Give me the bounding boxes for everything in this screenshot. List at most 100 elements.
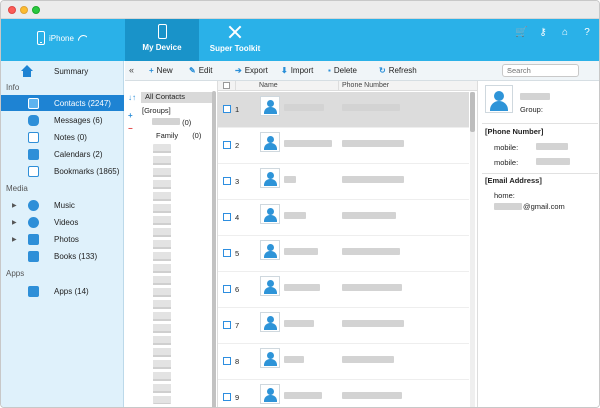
group-item[interactable]: (0) bbox=[142, 118, 212, 129]
blurred-name bbox=[284, 212, 306, 219]
zoom-window-button[interactable] bbox=[32, 6, 40, 14]
list-scrollbar[interactable] bbox=[470, 92, 475, 408]
sidebar-item-photos[interactable]: ▶ Photos bbox=[1, 231, 124, 247]
pencil-icon: ✎ bbox=[189, 66, 196, 75]
row-checkbox[interactable] bbox=[223, 321, 231, 329]
table-row[interactable]: 2 bbox=[218, 128, 469, 164]
group-item-family[interactable]: Family (0) bbox=[142, 131, 212, 142]
table-row[interactable]: 3 bbox=[218, 164, 469, 200]
row-number: 7 bbox=[235, 321, 239, 330]
table-row[interactable]: 5 bbox=[218, 236, 469, 272]
help-icon[interactable]: ? bbox=[581, 27, 593, 38]
row-checkbox[interactable] bbox=[223, 393, 231, 401]
home-icon[interactable]: ⌂ bbox=[559, 27, 571, 38]
select-all-checkbox[interactable] bbox=[223, 82, 230, 89]
sort-icon[interactable]: ↓↑ bbox=[128, 93, 136, 102]
remove-group-icon[interactable]: − bbox=[128, 124, 133, 133]
iphone-icon bbox=[37, 31, 45, 45]
new-button[interactable]: +New bbox=[149, 66, 173, 75]
avatar bbox=[260, 276, 280, 296]
contact-detail-panel: Group: [Phone Number] mobile: mobile: [E… bbox=[477, 81, 600, 408]
edit-button[interactable]: ✎Edit bbox=[189, 66, 213, 75]
blurred-text bbox=[152, 118, 180, 125]
sidebar-item-music[interactable]: ▶ Music bbox=[1, 197, 124, 213]
home-label: home: bbox=[494, 191, 515, 200]
collapse-sidebar-icon[interactable]: « bbox=[129, 65, 134, 75]
sidebar-item-label: Photos bbox=[54, 235, 79, 244]
row-number: 2 bbox=[235, 141, 239, 150]
row-checkbox[interactable] bbox=[223, 357, 231, 365]
row-checkbox[interactable] bbox=[223, 285, 231, 293]
row-number: 4 bbox=[235, 213, 239, 222]
group-label: Group: bbox=[520, 105, 543, 114]
apps-icon bbox=[28, 286, 39, 297]
row-checkbox[interactable] bbox=[223, 177, 231, 185]
row-checkbox[interactable] bbox=[223, 213, 231, 221]
table-row[interactable]: 8 bbox=[218, 344, 469, 380]
sidebar-item-books[interactable]: Books (133) bbox=[1, 248, 124, 264]
avatar bbox=[260, 204, 280, 224]
search-icon: ⌕ bbox=[507, 67, 511, 75]
minimize-window-button[interactable] bbox=[20, 6, 28, 14]
sidebar-item-count: (133) bbox=[78, 252, 97, 261]
mobile-label: mobile: bbox=[494, 158, 518, 167]
sidebar-item-apps[interactable]: Apps (14) bbox=[1, 283, 124, 299]
music-icon bbox=[28, 200, 39, 211]
export-button[interactable]: ➔Export bbox=[235, 66, 268, 75]
scrollbar-thumb[interactable] bbox=[470, 92, 475, 132]
device-selector[interactable]: iPhone bbox=[37, 31, 87, 45]
row-number: 1 bbox=[235, 105, 239, 114]
section-info: Info bbox=[6, 83, 19, 92]
sidebar-item-messages[interactable]: Messages (6) bbox=[1, 112, 124, 128]
top-right-icons: 🛒 ⚷ ⌂ ? bbox=[515, 27, 593, 38]
sidebar-item-summary[interactable]: Summary bbox=[1, 63, 124, 79]
tab-my-device[interactable]: My Device bbox=[125, 19, 199, 61]
tab-super-toolkit[interactable]: Super Toolkit bbox=[199, 19, 271, 61]
sidebar-item-count: (14) bbox=[74, 287, 88, 296]
column-name[interactable]: Name bbox=[259, 82, 278, 89]
cart-icon[interactable]: 🛒 bbox=[515, 27, 527, 38]
import-button[interactable]: ⬇Import bbox=[281, 66, 313, 75]
key-icon[interactable]: ⚷ bbox=[537, 27, 549, 38]
avatar bbox=[260, 384, 280, 404]
column-phone[interactable]: Phone Number bbox=[342, 82, 389, 89]
sidebar-item-label: Notes bbox=[54, 133, 75, 142]
table-row[interactable]: 4 bbox=[218, 200, 469, 236]
refresh-button[interactable]: ↻Refresh bbox=[379, 66, 417, 75]
blurred-group-list bbox=[153, 144, 173, 404]
expand-arrow-icon[interactable]: ▶ bbox=[12, 219, 17, 226]
row-checkbox[interactable] bbox=[223, 105, 231, 113]
table-row[interactable]: 6 bbox=[218, 272, 469, 308]
table-row[interactable]: 9 bbox=[218, 380, 469, 408]
close-window-button[interactable] bbox=[8, 6, 16, 14]
sidebar-item-label: Calendars bbox=[54, 150, 90, 159]
blurred-phone bbox=[536, 143, 568, 150]
delete-button[interactable]: ▪Delete bbox=[328, 66, 357, 75]
group-all-contacts[interactable]: All Contacts bbox=[141, 92, 212, 103]
sidebar-item-label: Bookmarks bbox=[54, 167, 94, 176]
expand-arrow-icon[interactable]: ▶ bbox=[12, 202, 17, 209]
phone-icon bbox=[158, 24, 167, 39]
row-checkbox[interactable] bbox=[223, 141, 231, 149]
groups-scrollbar[interactable] bbox=[212, 91, 216, 408]
table-row[interactable]: 7 bbox=[218, 308, 469, 344]
add-group-icon[interactable]: + bbox=[128, 111, 133, 120]
avatar bbox=[260, 312, 280, 332]
sidebar-item-videos[interactable]: ▶ Videos bbox=[1, 214, 124, 230]
search-input[interactable] bbox=[502, 64, 579, 77]
blurred-name bbox=[284, 248, 318, 255]
expand-arrow-icon[interactable]: ▶ bbox=[12, 236, 17, 243]
blurred-phone bbox=[536, 158, 570, 165]
bookmarks-icon bbox=[28, 166, 39, 177]
sidebar-item-bookmarks[interactable]: Bookmarks (1865) bbox=[1, 163, 124, 179]
sidebar-item-notes[interactable]: Notes (0) bbox=[1, 129, 124, 145]
table-row[interactable]: 1 bbox=[218, 92, 469, 128]
blurred-phone bbox=[342, 284, 402, 291]
sidebar-item-count: (2247) bbox=[88, 99, 111, 108]
row-checkbox[interactable] bbox=[223, 249, 231, 257]
title-bar bbox=[1, 1, 600, 19]
list-header: Name Phone Number bbox=[218, 81, 477, 91]
sidebar-item-calendars[interactable]: Calendars (2) bbox=[1, 146, 124, 162]
toolbar: « +New ✎Edit ➔Export ⬇Import ▪Delete ↻Re… bbox=[125, 61, 600, 81]
sidebar-item-contacts[interactable]: Contacts (2247) bbox=[1, 95, 124, 111]
